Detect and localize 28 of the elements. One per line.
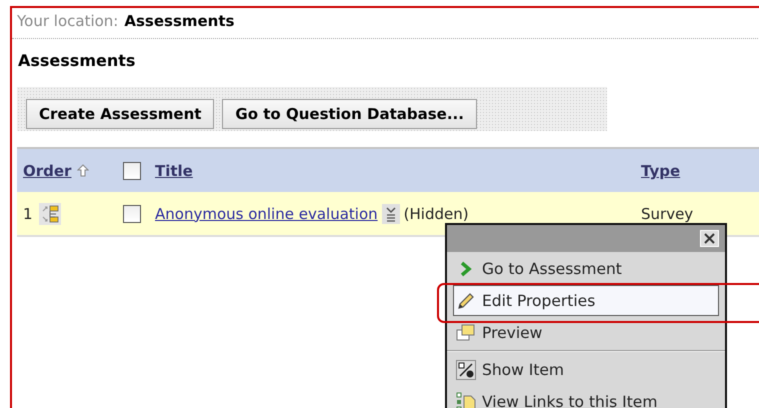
show-item-icon <box>456 360 476 380</box>
column-header-link[interactable]: Title <box>155 162 193 180</box>
chevron-icon <box>459 260 473 276</box>
breadcrumb-label: Your location: <box>17 12 118 30</box>
item-title-link[interactable]: Anonymous online evaluation <box>155 204 378 222</box>
toolbar-button[interactable]: Create Assessment <box>26 99 214 129</box>
links-icon <box>456 392 476 408</box>
select-all-checkbox[interactable] <box>123 162 141 180</box>
windows-icon <box>456 324 476 342</box>
breadcrumb-current: Assessments <box>124 12 234 30</box>
menu-item[interactable]: Edit Properties <box>453 285 719 316</box>
page-title: Assessments <box>18 50 136 72</box>
reorder-icon[interactable] <box>38 202 61 224</box>
close-icon[interactable] <box>700 230 719 247</box>
menu-item[interactable]: Preview <box>453 317 719 348</box>
pencil-icon <box>457 292 475 310</box>
menu-chevron-icon[interactable] <box>382 204 400 224</box>
item-type: Survey <box>641 205 694 223</box>
row-checkbox[interactable] <box>123 204 141 222</box>
sort-up-icon[interactable] <box>77 164 90 177</box>
menu-item[interactable]: Show Item <box>453 354 719 385</box>
toolbar-button[interactable]: Go to Question Database... <box>222 99 477 129</box>
column-header-link[interactable]: Order <box>23 162 72 180</box>
column-header-link[interactable]: Type <box>641 162 680 180</box>
menu-item[interactable]: Go to Assessment <box>453 253 719 284</box>
item-status: (Hidden) <box>404 204 469 222</box>
menu-item[interactable]: View Links to this Item <box>453 386 719 408</box>
order-number: 1 <box>23 204 33 222</box>
